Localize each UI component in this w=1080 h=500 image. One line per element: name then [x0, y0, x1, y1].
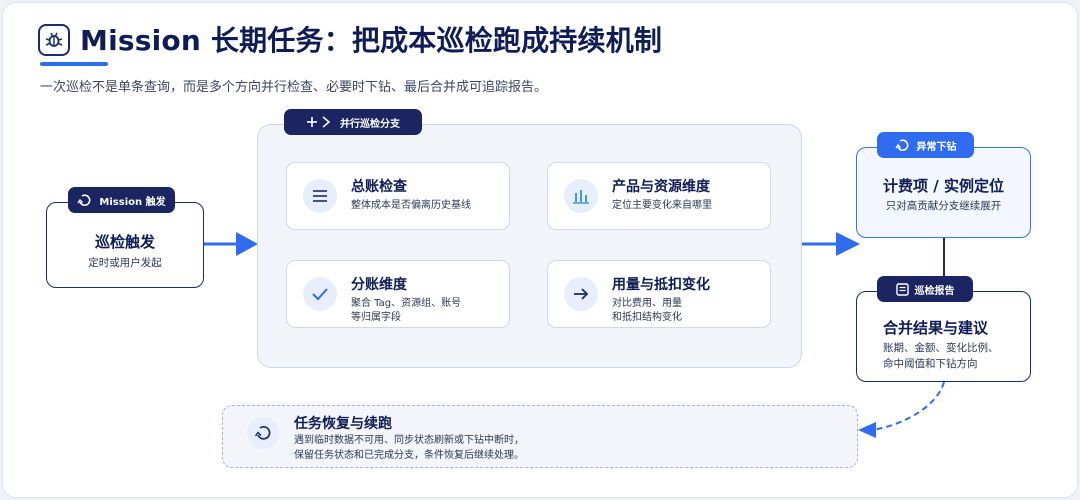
branch-title: 产品与资源维度	[612, 179, 710, 195]
branch-card-product: 产品与资源维度 定位主要变化来自哪里	[547, 162, 771, 230]
arrow-branches-to-drilldown	[802, 232, 860, 256]
parallel-badge: 并行巡检分支	[284, 109, 422, 135]
refresh-icon	[247, 417, 279, 449]
trigger-title: 巡检触发	[94, 233, 155, 251]
branch-desc: 对比费用、用量 和抵扣结构变化	[612, 298, 682, 323]
resume-desc: 遇到临时数据不可用、同步状态刷新或下钻中断时， 保留任务状态和已完成分支，条件恢复…	[294, 435, 524, 461]
resume-title: 任务恢复与续跑	[294, 416, 392, 432]
trigger-desc: 定时或用户发起	[88, 257, 162, 269]
trigger-badge-label: Mission 触发	[99, 196, 166, 208]
drilldown-desc: 只对高贡献分支继续展开	[885, 200, 1002, 212]
arrow-trigger-to-branches	[204, 232, 258, 256]
branch-desc: 定位主要变化来自哪里	[612, 200, 712, 211]
trigger-badge: Mission 触发	[68, 187, 175, 213]
drilldown-title: 计费项 / 实例定位	[883, 177, 1004, 195]
parallel-branches-panel: 总账检查 整体成本是否偏离历史基线 产品与资源维度 定位主要变化来自哪里 分账维…	[257, 124, 802, 368]
report-desc: 账期、金额、变化比例、 命中阈值和下钻方向	[883, 342, 999, 370]
trigger-node: 巡检触发 定时或用户发起	[46, 202, 204, 288]
drilldown-badge-label: 异常下钻	[916, 141, 957, 153]
list-icon	[303, 179, 337, 213]
refresh-icon	[894, 139, 908, 151]
branch-desc: 聚合 Tag、资源组、账号 等归属字段	[351, 298, 462, 323]
bar-chart-icon	[564, 179, 598, 213]
branch-desc: 整体成本是否偏离历史基线	[351, 200, 471, 211]
branch-card-usage: 用量与抵扣变化 对比费用、用量 和抵扣结构变化	[547, 260, 771, 328]
refresh-icon	[77, 194, 91, 206]
branch-title: 分账维度	[351, 277, 407, 293]
check-icon	[303, 277, 337, 311]
document-icon	[895, 282, 909, 296]
plus-chevron-icon	[307, 116, 331, 128]
branch-title: 总账检查	[351, 179, 407, 195]
report-badge-label: 巡检报告	[914, 285, 955, 297]
arrow-report-to-resume	[858, 381, 945, 438]
resume-box: 任务恢复与续跑 遇到临时数据不可用、同步状态刷新或下钻中断时， 保留任务状态和已完…	[222, 405, 858, 468]
drilldown-badge: 异常下钻	[877, 132, 974, 158]
report-badge: 巡检报告	[877, 276, 973, 302]
drilldown-node: 计费项 / 实例定位 只对高贡献分支继续展开	[856, 147, 1031, 238]
parallel-badge-label: 并行巡检分支	[340, 118, 400, 130]
report-title: 合并结果与建议	[883, 319, 989, 337]
report-node: 合并结果与建议 账期、金额、变化比例、 命中阈值和下钻方向	[856, 291, 1031, 382]
arrow-right-icon	[564, 277, 598, 311]
branch-title: 用量与抵扣变化	[612, 277, 710, 293]
branch-card-split-account: 分账维度 聚合 Tag、资源组、账号 等归属字段	[286, 260, 510, 328]
branch-card-ledger: 总账检查 整体成本是否偏离历史基线	[286, 162, 510, 230]
